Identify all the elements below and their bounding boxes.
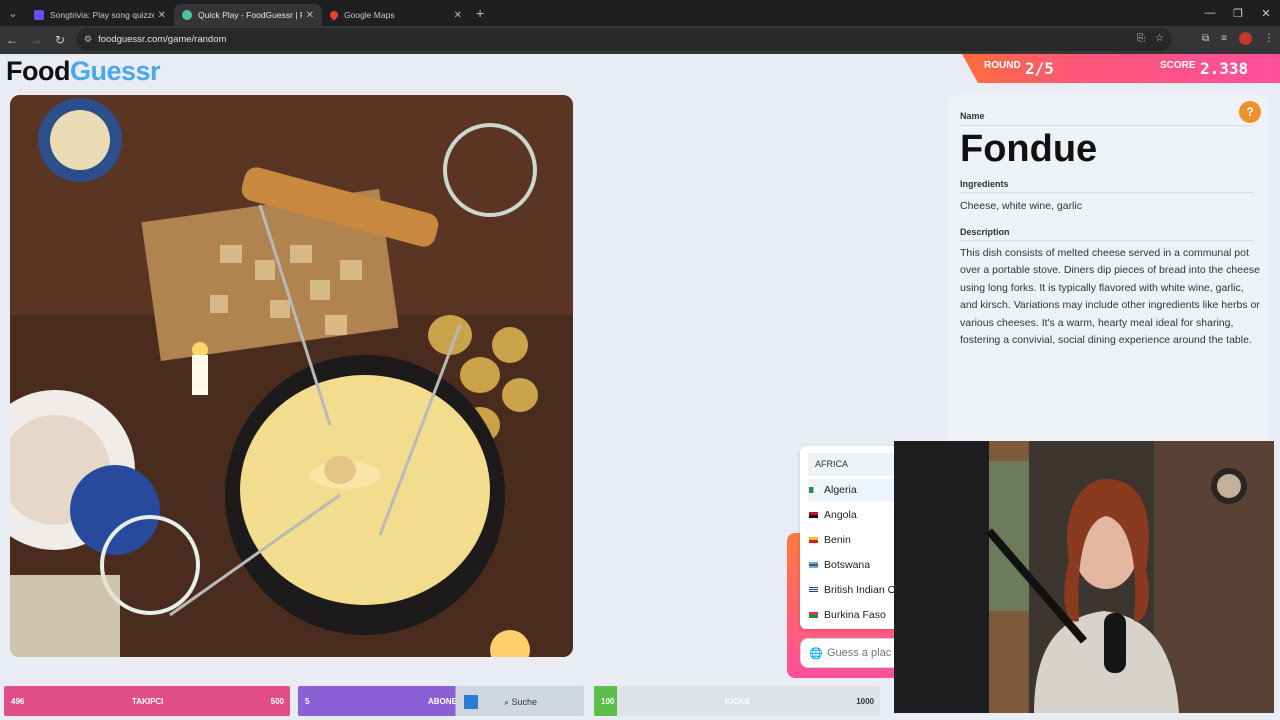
country-label: Benin (824, 534, 851, 546)
round-value: 2/5 (1025, 59, 1054, 78)
country-option-botswana[interactable]: Botswana (808, 554, 900, 576)
divider (960, 192, 1254, 193)
close-icon[interactable]: ✕ (158, 10, 166, 21)
dish-photo (10, 95, 573, 657)
british-indian-ocean-flag-icon (809, 587, 818, 593)
taskbar-search[interactable]: ⌕ Suche (492, 693, 582, 711)
country-option-british-indian-ocean[interactable]: British Indian O (808, 579, 900, 601)
reload-icon[interactable]: ↻ (48, 26, 72, 54)
country-option-angola[interactable]: Angola (808, 504, 900, 526)
tab-title: Google Maps (344, 10, 395, 20)
country-label: Botswana (824, 559, 871, 571)
score-value: 2.338 (1200, 59, 1249, 78)
name-label: Name (960, 111, 985, 121)
foodguessr-favicon-icon (182, 10, 192, 20)
description-label: Description (960, 227, 1010, 237)
media-icon[interactable]: ≡ (1221, 33, 1227, 44)
extensions-area: ⧉ ≡ ⋮ (1202, 32, 1274, 45)
tab-google-maps[interactable]: Google Maps ✕ (322, 4, 470, 26)
subscriber-current: 5 (305, 697, 310, 706)
country-option-burkina-faso[interactable]: Burkina Faso (808, 604, 900, 626)
window-controls: — ❐ ✕ (1196, 0, 1280, 26)
maps-pin-icon (328, 9, 340, 21)
browser-tab-bar: ⌄ Songtrivia: Play song quizzes a ✕ Quic… (0, 0, 1280, 26)
kicks-target: 1000 (856, 697, 874, 706)
round-label: ROUND (984, 60, 1021, 71)
kicks-current: 100 (601, 697, 615, 706)
url-text[interactable]: foodguessr.com/game/random (98, 34, 226, 45)
follower-current: 496 (11, 697, 25, 706)
follower-label: TAKIPCI (132, 697, 164, 706)
browser-toolbar: ← → ↻ ⚙ foodguessr.com/game/random ⎘ ☆ (0, 26, 1280, 54)
tab-songtrivia[interactable]: Songtrivia: Play song quizzes a ✕ (26, 4, 174, 26)
benin-flag-icon (809, 537, 818, 543)
close-icon[interactable]: ✕ (454, 10, 462, 21)
follower-goal-bar: 496 TAKIPCI 500 (4, 686, 290, 716)
webcam-illustration (894, 441, 1274, 713)
profile-avatar[interactable] (1239, 32, 1252, 45)
cast-icon[interactable]: ⎘ (1137, 33, 1145, 44)
ingredients-text: Cheese, white wine, garlic (960, 200, 1082, 212)
region-header-africa: AFRICA (808, 453, 900, 476)
dish-name: Fondue (960, 128, 1098, 170)
close-window-icon[interactable]: ✕ (1252, 0, 1280, 26)
search-label: Suche (511, 697, 538, 707)
country-label: British Indian O (824, 584, 896, 596)
new-tab-icon[interactable]: + (476, 5, 484, 21)
burkina-faso-flag-icon (809, 612, 818, 618)
windows-start-icon[interactable] (464, 695, 478, 709)
extensions-icon[interactable]: ⧉ (1202, 33, 1209, 44)
subscriber-label: ABONE (428, 697, 457, 706)
minimize-icon[interactable]: — (1196, 0, 1224, 26)
country-dropdown: AFRICA Algeria Angola Benin Botswana Bri… (800, 446, 900, 629)
divider (960, 240, 1254, 241)
score-bar: ROUND 2/5 SCORE 2.338 (962, 54, 1280, 83)
close-icon[interactable]: ✕ (306, 10, 314, 21)
logo-part-food: Food (6, 56, 70, 86)
angola-flag-icon (809, 512, 818, 518)
globe-icon: 🌐 (809, 648, 823, 660)
country-label: Angola (824, 509, 857, 521)
dish-info-panel: ? Name Fondue Ingredients Cheese, white … (948, 95, 1267, 455)
tab-title: Quick Play - FoodGuessr | Food (198, 10, 302, 20)
kicks-label: KICKS (725, 697, 750, 706)
algeria-flag-icon (809, 487, 818, 493)
country-label: Burkina Faso (824, 609, 886, 621)
follower-target: 500 (270, 697, 284, 706)
songtrivia-favicon-icon (34, 10, 44, 20)
forward-icon[interactable]: → (24, 26, 48, 54)
botswana-flag-icon (809, 562, 818, 568)
maximize-icon[interactable]: ❐ (1224, 0, 1252, 26)
score-label: SCORE (1160, 60, 1196, 71)
foodguessr-logo[interactable]: FoodGuessr (6, 56, 161, 87)
webcam-overlay (894, 441, 1274, 713)
logo-part-guessr: Guessr (69, 56, 161, 86)
menu-icon[interactable]: ⋮ (1264, 33, 1274, 44)
divider (960, 125, 1254, 126)
fondue-photo-illustration (10, 95, 573, 657)
tab-title: Songtrivia: Play song quizzes a (50, 10, 154, 20)
ingredients-label: Ingredients (960, 179, 1009, 189)
bookmark-star-icon[interactable]: ☆ (1155, 33, 1164, 44)
back-icon[interactable]: ← (0, 26, 24, 54)
country-label: Algeria (824, 484, 857, 496)
site-info-icon[interactable]: ⚙ (84, 34, 92, 45)
kicks-goal-bar: 100 KICKS 1000 (594, 686, 880, 716)
taskbar-icons: ⌕ Suche (464, 693, 582, 711)
help-icon[interactable]: ? (1239, 101, 1261, 123)
country-option-benin[interactable]: Benin (808, 529, 900, 551)
tab-foodguessr[interactable]: Quick Play - FoodGuessr | Food ✕ (174, 4, 322, 26)
country-option-algeria[interactable]: Algeria (808, 479, 900, 501)
description-text: This dish consists of melted cheese serv… (960, 247, 1261, 347)
address-bar[interactable]: ⚙ foodguessr.com/game/random ⎘ ☆ (76, 28, 1172, 51)
tab-search-icon[interactable]: ⌄ (0, 0, 26, 26)
